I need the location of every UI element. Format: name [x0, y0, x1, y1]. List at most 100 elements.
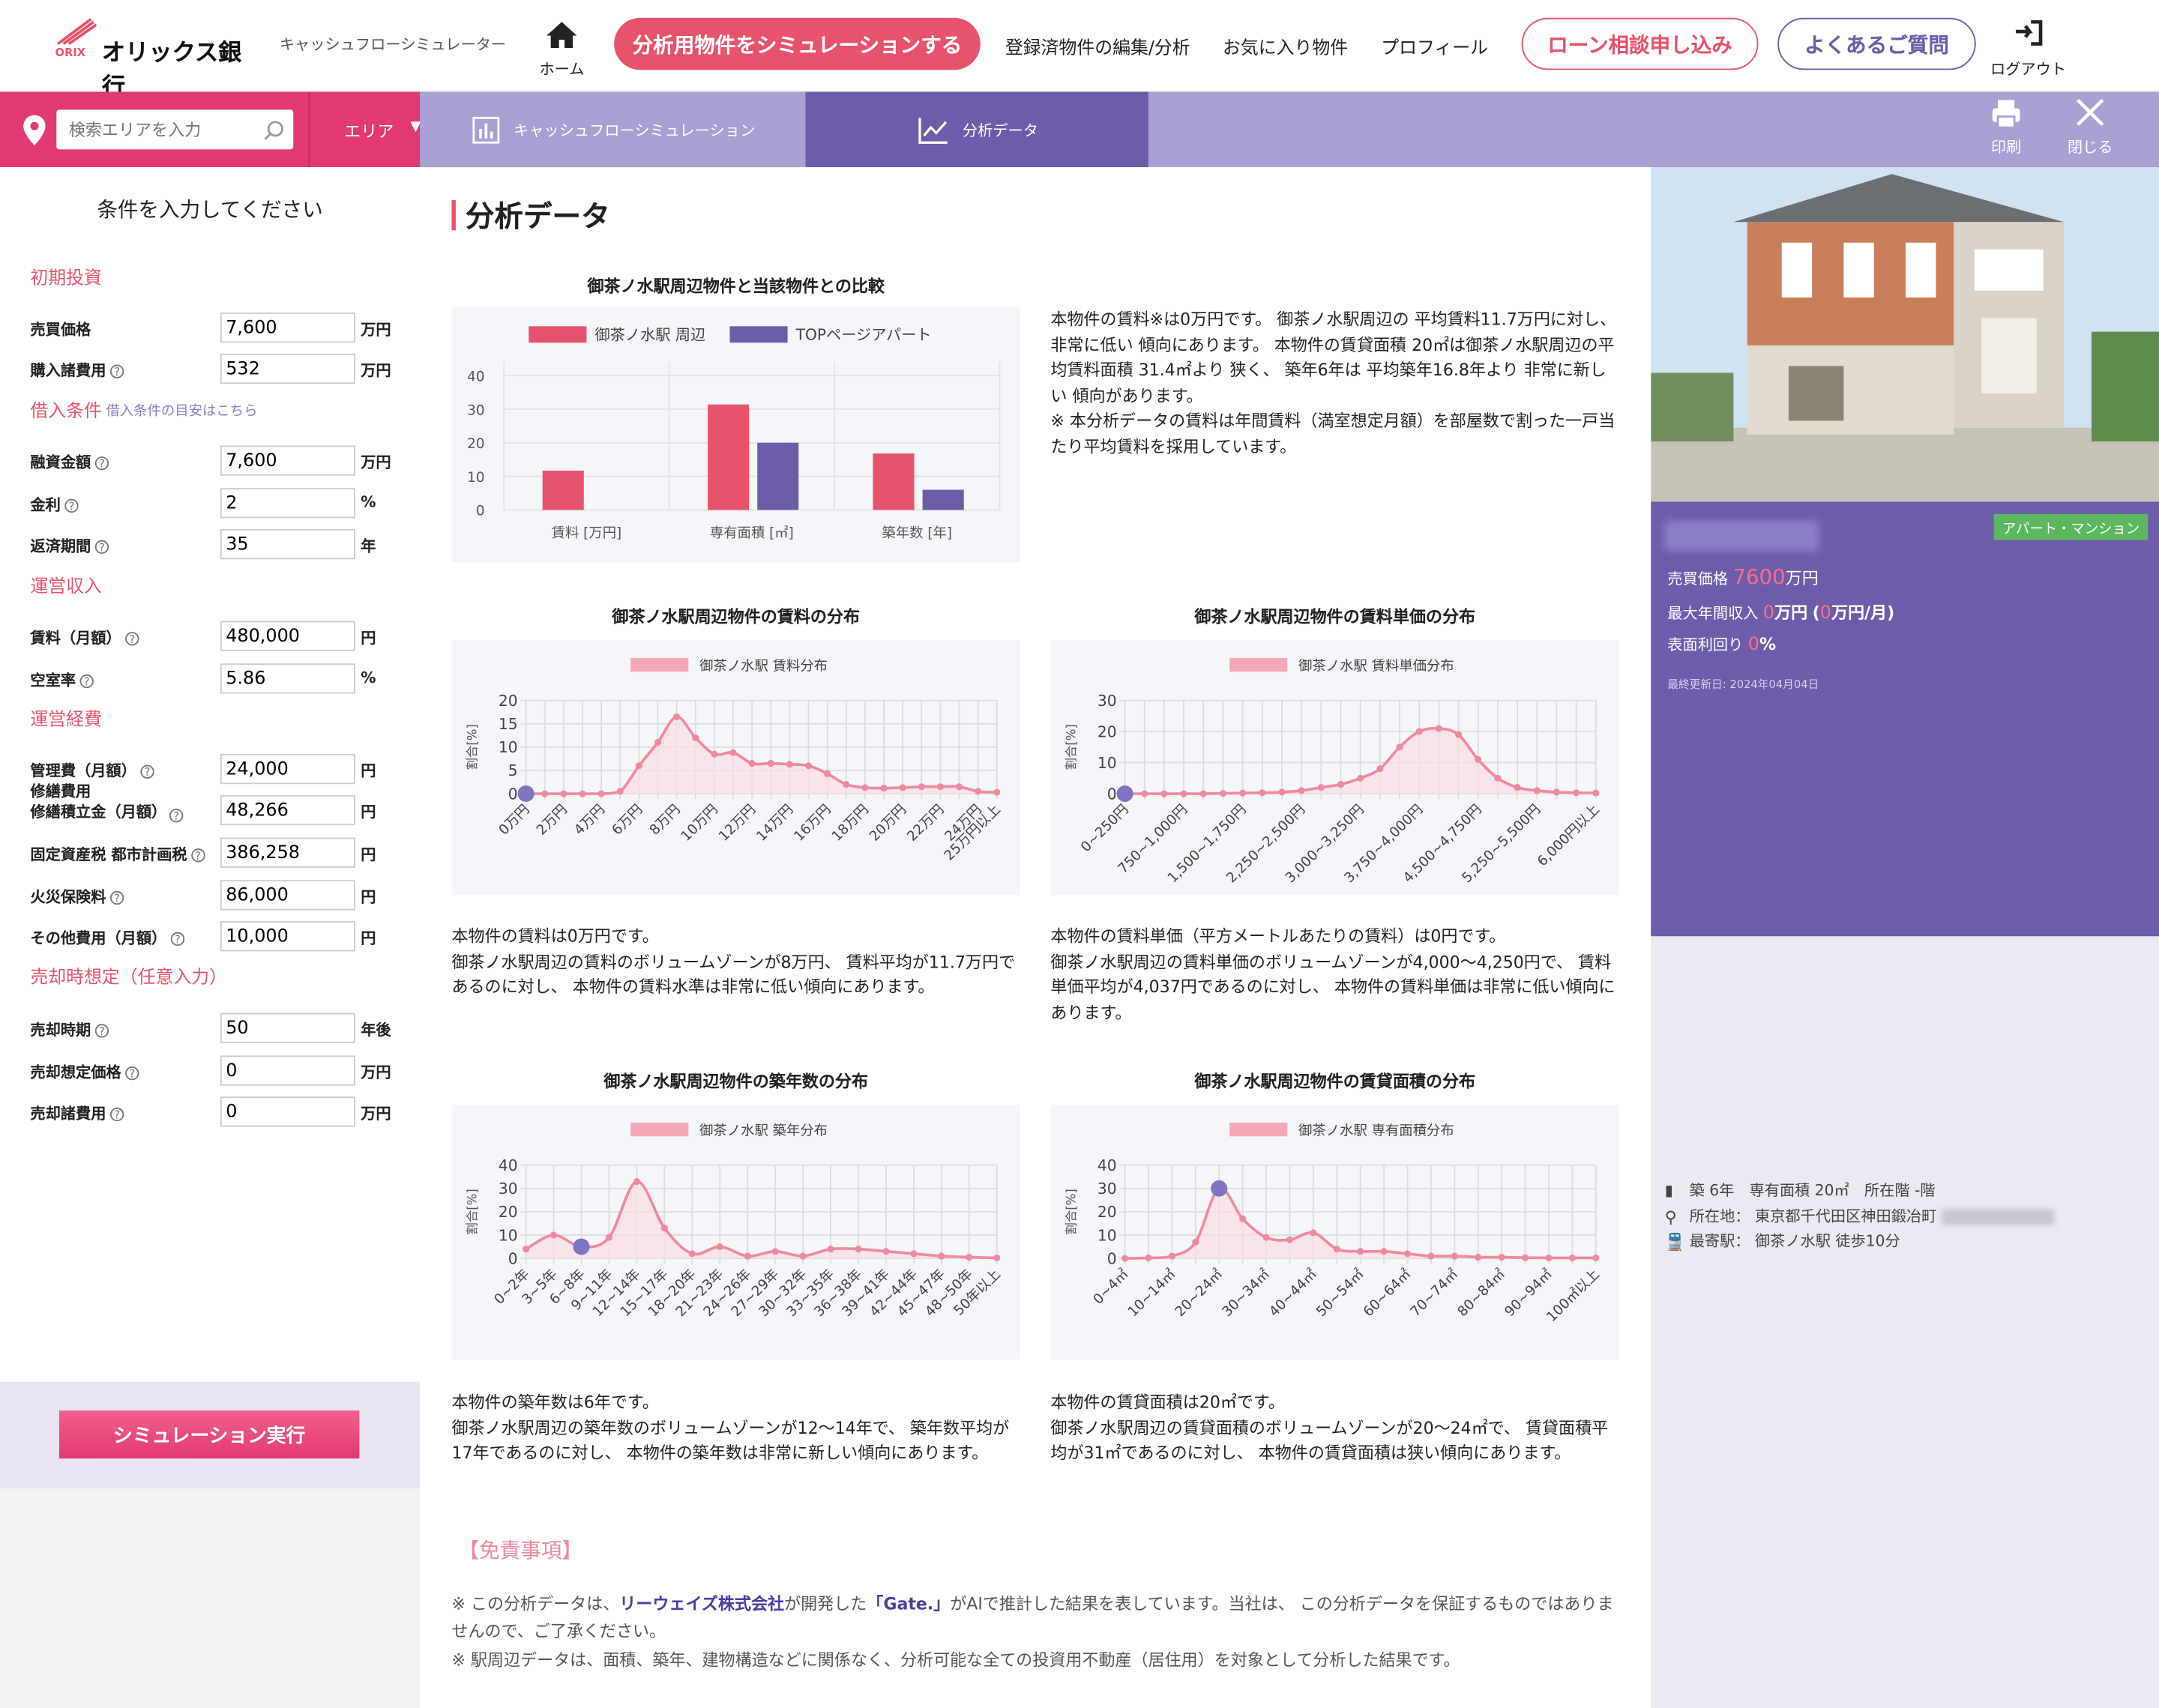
- data-point: [1553, 788, 1561, 796]
- help-icon[interactable]: ?: [165, 800, 184, 827]
- help-icon[interactable]: ?: [109, 890, 124, 905]
- field-input[interactable]: [220, 837, 355, 868]
- help-icon[interactable]: ?: [170, 932, 185, 947]
- field-label-line2: 修繕積立金（月額）: [30, 803, 167, 821]
- loan-consult-button[interactable]: ローン相談申し込み: [1521, 17, 1759, 70]
- data-point: [549, 1231, 558, 1239]
- field-input[interactable]: [220, 794, 355, 826]
- home-nav[interactable]: ホーム: [529, 19, 594, 79]
- data-point: [993, 1254, 1001, 1262]
- page-title: 分析データ: [465, 200, 610, 233]
- field-label: 売買価格: [30, 318, 91, 340]
- info-age-row: ▮ 築 6年 専有面積 20㎡ 所在階 -階: [1665, 1179, 2054, 1204]
- field-input[interactable]: [220, 1055, 355, 1086]
- field-input[interactable]: [220, 313, 355, 343]
- print-label: 印刷: [1990, 138, 2022, 157]
- print-button[interactable]: 印刷: [1980, 97, 2032, 163]
- series-line: [525, 1180, 997, 1260]
- y-tick: 30: [467, 402, 484, 418]
- bar: [542, 470, 584, 510]
- field-input[interactable]: [220, 1096, 355, 1127]
- field-label: 空室率?: [30, 669, 94, 691]
- data-point: [880, 784, 888, 792]
- data-point: [1427, 1252, 1435, 1260]
- area-text: 本物件の賃貸面積は20㎡です。 御茶ノ水駅周辺の賃貸面積のボリュームゾーンが20〜…: [1050, 1392, 1609, 1463]
- data-point: [1259, 789, 1266, 797]
- tab-cashflow[interactable]: キャッシュフローシミュレーション: [420, 91, 806, 168]
- field-unit: 円: [361, 629, 376, 648]
- x-tick: 20~24㎡: [1172, 1266, 1226, 1320]
- data-point: [861, 784, 869, 791]
- help-icon[interactable]: ?: [140, 764, 154, 779]
- nav-profile[interactable]: プロフィール: [1381, 33, 1488, 58]
- legend-swatch: [729, 326, 788, 343]
- field-input[interactable]: [220, 445, 355, 476]
- data-point: [786, 761, 793, 768]
- section-initial: 初期投資: [30, 268, 102, 289]
- tab-analysis[interactable]: 分析データ: [805, 91, 1148, 168]
- help-icon[interactable]: ?: [64, 498, 79, 513]
- data-point: [843, 781, 850, 788]
- data-point: [1415, 728, 1423, 735]
- income-monthly-open: (: [1812, 603, 1820, 623]
- help-icon[interactable]: ?: [79, 674, 94, 689]
- x-tick: 6万円: [609, 802, 645, 839]
- field-label: 修繕費用 修繕積立金（月額）: [30, 782, 166, 823]
- info-address-row: ⚲ 所在地： 東京都千代田区神田鍛冶町: [1665, 1204, 2054, 1230]
- orix-logo[interactable]: ORIX オリックス銀行: [52, 16, 245, 101]
- field-label: 売却諸費用?: [30, 1102, 124, 1124]
- help-icon[interactable]: ?: [125, 1066, 139, 1081]
- x-tick: 18万円: [829, 802, 872, 845]
- help-icon[interactable]: ?: [94, 540, 109, 554]
- faq-button[interactable]: よくあるご質問: [1777, 17, 1976, 70]
- area-dropdown-label[interactable]: エリア: [344, 119, 394, 142]
- field-input[interactable]: [220, 621, 355, 651]
- info-age: 築 6年 専有面積 20㎡ 所在階 -階: [1689, 1181, 1936, 1200]
- nav-favorites[interactable]: お気に入り物件: [1223, 33, 1348, 58]
- field-input[interactable]: [220, 488, 355, 519]
- x-tick: 60~64㎡: [1360, 1266, 1414, 1320]
- y-tick: 20: [1097, 722, 1117, 740]
- x-tick: 16万円: [791, 802, 834, 845]
- field-label-text: 金利: [30, 496, 61, 514]
- field-input[interactable]: [220, 880, 355, 911]
- run-simulation-button[interactable]: シミュレーション実行: [58, 1410, 360, 1459]
- data-point: [1498, 1253, 1505, 1261]
- help-icon[interactable]: ?: [109, 1107, 124, 1122]
- leeways-link[interactable]: リーウェイズ株式会社: [619, 1594, 784, 1614]
- help-icon[interactable]: ?: [94, 456, 109, 471]
- field-input[interactable]: [220, 663, 355, 694]
- area-search-field[interactable]: [56, 109, 294, 150]
- search-icon[interactable]: [263, 119, 285, 141]
- close-button[interactable]: 閉じる: [2060, 97, 2121, 163]
- gate-link[interactable]: 「Gate.」: [867, 1594, 950, 1614]
- help-icon[interactable]: ?: [109, 364, 124, 378]
- field-input[interactable]: [220, 921, 355, 952]
- data-point: [936, 783, 945, 791]
- income-unit: 万円: [1774, 603, 1808, 623]
- x-tick: 12万円: [716, 802, 759, 845]
- help-icon[interactable]: ?: [191, 848, 205, 863]
- nav-edit-properties[interactable]: 登録済物件の編集/分析: [1005, 33, 1190, 58]
- field-input[interactable]: [220, 753, 355, 785]
- data-point: [1192, 1238, 1199, 1246]
- field-label-text: 融資金額: [30, 453, 91, 472]
- price-unit: 万円: [1785, 569, 1819, 588]
- current-property-marker: [1116, 785, 1133, 802]
- logout-nav[interactable]: ログアウト: [1983, 19, 2074, 79]
- area-search-input[interactable]: [56, 109, 263, 150]
- help-icon[interactable]: ?: [94, 1024, 109, 1038]
- field-input[interactable]: [220, 529, 355, 560]
- data-point: [729, 749, 737, 756]
- data-point: [635, 762, 642, 770]
- data-point: [1298, 787, 1305, 794]
- field-input[interactable]: [220, 1013, 355, 1043]
- data-point: [688, 1250, 696, 1258]
- legend-swatch: [1229, 1122, 1288, 1137]
- location-pin-icon: [23, 115, 46, 145]
- loan-hint-link[interactable]: 借入条件の目安はこちら: [106, 399, 257, 420]
- simulate-button[interactable]: 分析用物件をシミュレーションする: [614, 17, 981, 70]
- help-icon[interactable]: ?: [125, 632, 139, 646]
- field-input[interactable]: [220, 353, 355, 384]
- y-tick: 0: [1107, 1249, 1117, 1267]
